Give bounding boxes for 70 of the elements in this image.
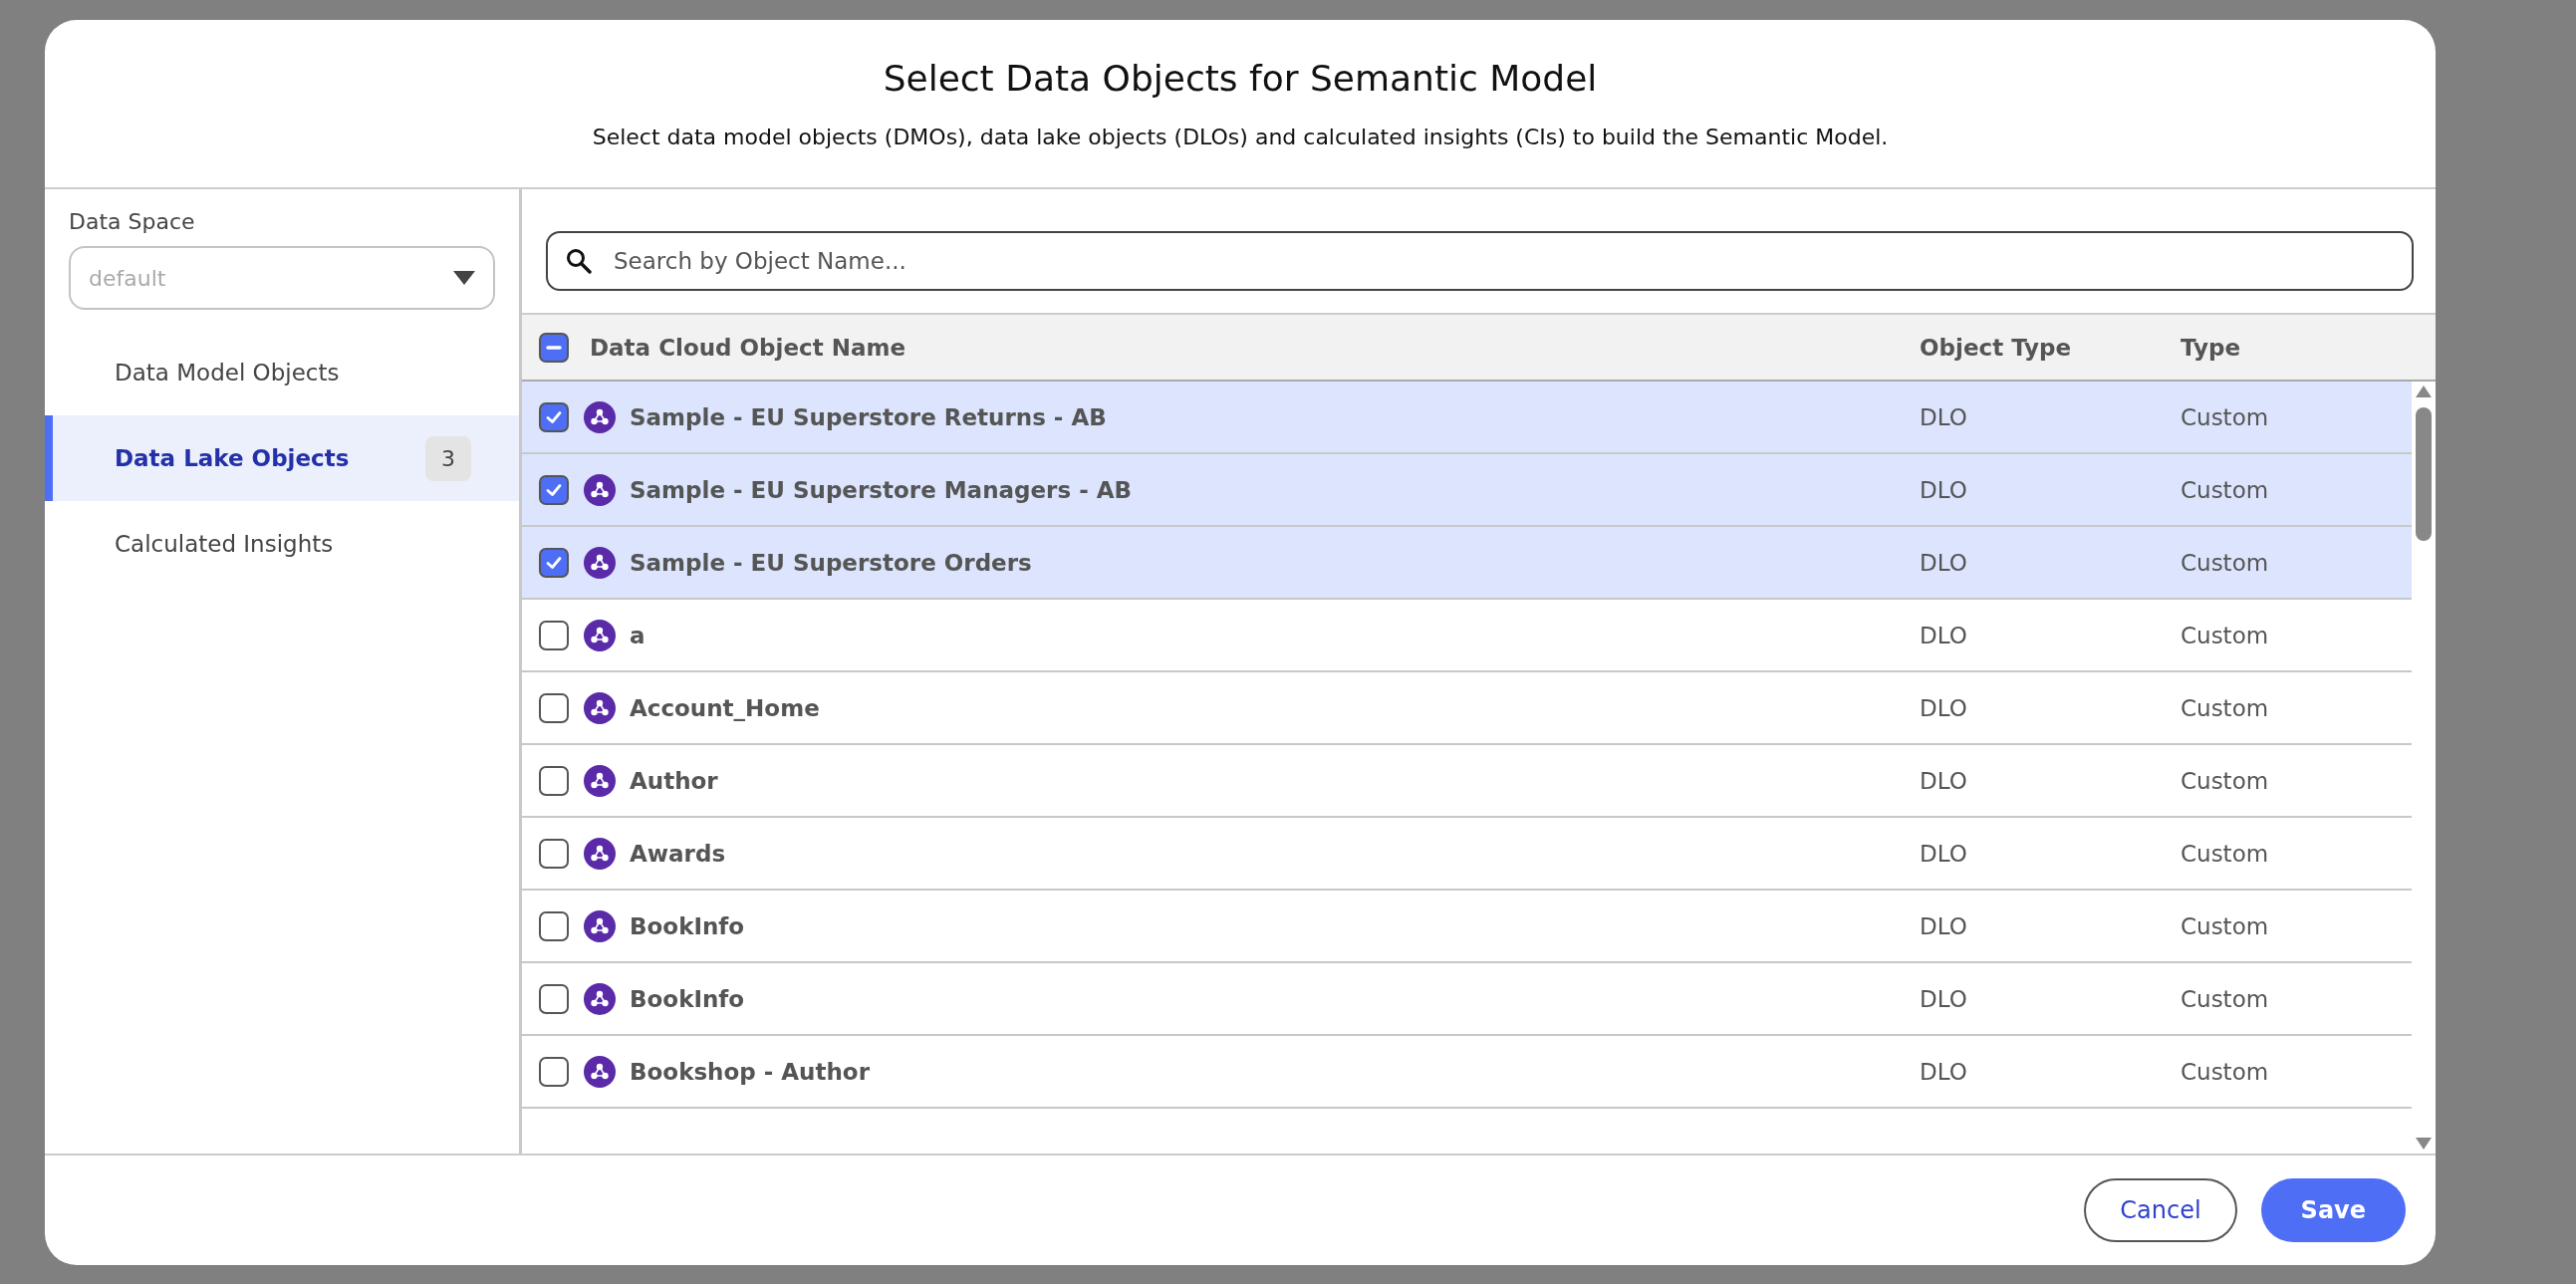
table-cell: Custom (2181, 1058, 2269, 1085)
data-space-label: Data Space (69, 209, 196, 234)
table-cell: Sample - EU Superstore Managers - AB (630, 476, 1133, 503)
object-icon (584, 837, 616, 870)
table-cell: Custom (2181, 840, 2269, 867)
table-cell: DLO (1920, 549, 1967, 576)
row-checkbox[interactable] (539, 401, 569, 432)
caret-icon (453, 271, 475, 285)
cancel-button[interactable]: Cancel (2084, 1178, 2237, 1242)
object-icon (584, 546, 616, 579)
object-icon (584, 619, 616, 651)
table-cell: Custom (2181, 403, 2269, 430)
table-cell: DLO (1920, 840, 1967, 867)
save-button[interactable]: Save (2260, 1178, 2406, 1242)
sidebar-item[interactable]: Data Lake Objects 3 (45, 415, 519, 501)
row-checkbox[interactable] (539, 547, 569, 578)
object-icon (584, 909, 616, 942)
search-icon (566, 248, 592, 274)
table-cell: Custom (2181, 767, 2269, 794)
column-header: Type (2181, 334, 2240, 361)
table-cell: Author (630, 767, 718, 794)
row-checkbox[interactable] (539, 620, 569, 650)
dialog-title: Select Data Objects for Semantic Model (883, 58, 1598, 99)
search-field[interactable]: Search by Object Name... (546, 231, 2414, 291)
object-icon (584, 764, 616, 797)
row-checkbox[interactable] (539, 838, 569, 869)
table-cell: Awards (630, 840, 726, 867)
scrollbar-thumb[interactable] (2416, 407, 2432, 541)
table-cell: DLO (1920, 403, 1967, 430)
table-cell: Account_Home (630, 694, 820, 721)
row-checkbox[interactable] (539, 983, 569, 1014)
row-checkbox[interactable] (539, 910, 569, 941)
column-header: Object Type (1920, 334, 2072, 361)
sidebar-item[interactable]: Data Model Objects (45, 330, 519, 415)
row-checkbox[interactable] (539, 692, 569, 723)
row-checkbox[interactable] (539, 1056, 569, 1087)
row-checkbox[interactable] (539, 765, 569, 796)
table-cell: Custom (2181, 985, 2269, 1012)
dialog-subtitle: Select data model objects (DMOs), data lake objects (DLOs) and calculated insights (CIs) to build the Semantic Model. (592, 125, 1889, 149)
scroll-down-icon[interactable] (2416, 1138, 2432, 1150)
column-header: Data Cloud Object Name (590, 334, 905, 361)
select-all-checkbox[interactable] (539, 332, 569, 363)
row-checkbox[interactable] (539, 474, 569, 505)
minus-icon (546, 345, 562, 350)
table-cell: Custom (2181, 622, 2269, 648)
object-icon (584, 982, 616, 1015)
object-icon (584, 400, 616, 433)
scroll-up-icon[interactable] (2416, 385, 2432, 397)
table-cell: BookInfo (630, 912, 745, 939)
table-cell: Sample - EU Superstore Orders (630, 549, 1032, 576)
table-cell: DLO (1920, 1058, 1967, 1085)
table-cell: Custom (2181, 912, 2269, 939)
table-cell: DLO (1920, 622, 1967, 648)
sidebar-item[interactable]: Calculated Insights (45, 501, 519, 587)
table-cell: BookInfo (630, 985, 745, 1012)
table-cell: DLO (1920, 476, 1967, 503)
object-icon (584, 1055, 616, 1088)
table-cell: DLO (1920, 694, 1967, 721)
count-badge: 3 (425, 435, 471, 481)
object-icon (584, 691, 616, 724)
table-cell: DLO (1920, 767, 1967, 794)
table-cell: Custom (2181, 476, 2269, 503)
object-icon (584, 473, 616, 506)
table-cell: Custom (2181, 694, 2269, 721)
table-cell: DLO (1920, 985, 1967, 1012)
table-cell: Custom (2181, 549, 2269, 576)
table-cell: DLO (1920, 912, 1967, 939)
table-cell: Sample - EU Superstore Returns - AB (630, 403, 1107, 430)
table-cell: Bookshop - Author (630, 1058, 870, 1085)
table-cell: a (630, 622, 645, 648)
